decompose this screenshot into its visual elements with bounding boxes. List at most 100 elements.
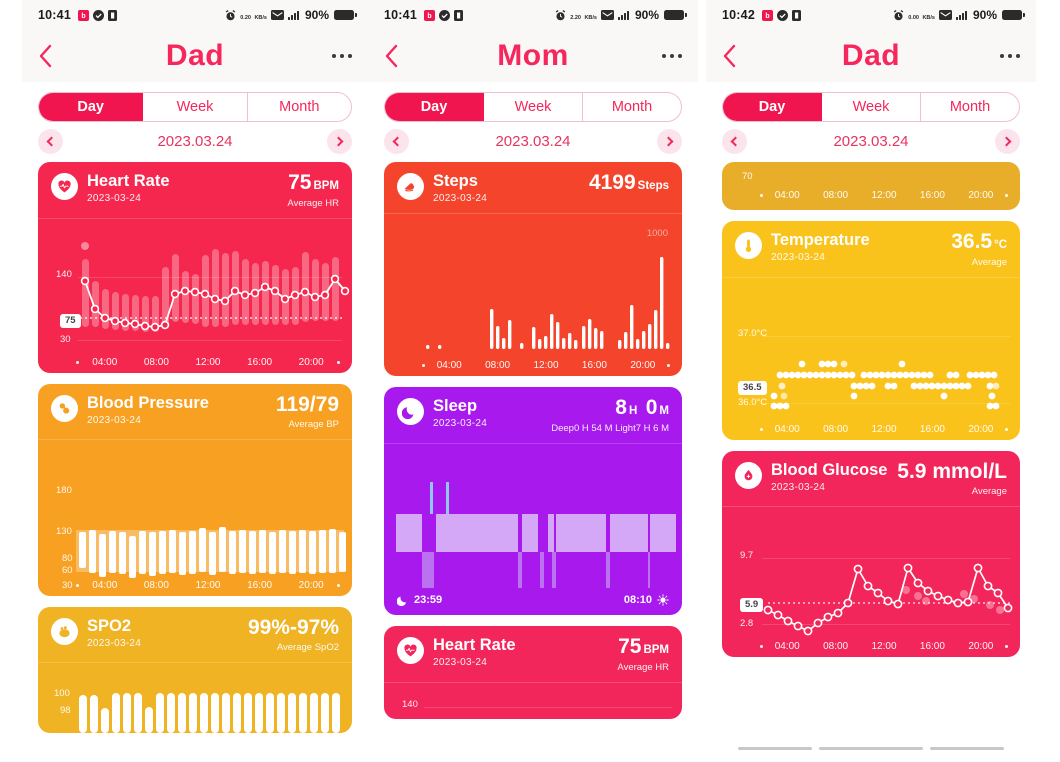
svg-text:b: b [81,13,85,20]
tab-day[interactable]: Day [39,93,144,121]
card-date: 2023-03-24 [87,415,142,426]
card-subtitle: Average BP [288,419,339,430]
x-tick: 12:00 [533,360,559,371]
more-options-button[interactable] [999,53,1020,59]
phone-screen-mom: 10:41 b 2.20 KB/s 90% Mom Day Week Month… [368,0,698,762]
mail-icon [938,10,952,20]
card-steps[interactable]: Steps 2023-03-24 4199 Steps 1000 04:00 0… [384,162,682,376]
nav-bar: Dad [22,30,368,82]
thermometer-icon [735,232,762,259]
signal-bars-icon [287,10,299,20]
signal-bars-icon [955,10,967,20]
tab-month[interactable]: Month [921,93,1019,121]
app-badge-icon: b [77,9,89,21]
status-bar: 10:41 b 0.20 KB/s 90% [22,0,368,30]
card-unit: °C [994,239,1007,251]
card-heart-rate-2[interactable]: Heart Rate 2023-03-24 75 BPM Average HR 1… [384,626,682,719]
x-tick: 04:00 [774,190,800,201]
more-options-button[interactable] [331,53,352,59]
tab-week[interactable]: Week [822,93,921,121]
check-circle-icon [92,9,104,21]
card-title: Heart Rate [87,172,170,190]
chevron-right-icon [1001,136,1012,147]
card-subtitle: Average HR [617,662,669,673]
card-date: 2023-03-24 [87,638,142,649]
prev-day-button[interactable] [722,129,747,154]
card-header: Steps 2023-03-24 4199 Steps [384,162,682,214]
sleep-minutes-value: 0 [645,396,658,419]
x-tick: 20:00 [298,580,324,591]
x-tick: 12:00 [871,641,897,652]
status-time: 10:41 [38,8,71,22]
period-tabs-wrap: Day Week Month [368,82,698,122]
back-button[interactable] [384,41,410,71]
heart-rate-chart: 140 30 75 04:00 08:00 12:00 16:00 20:00 [38,219,352,373]
status-left-icons: b [77,9,117,21]
x-tick: 20:00 [968,641,994,652]
card-heart-rate[interactable]: Heart Rate 2023-03-24 75 BPM Average HR 1… [38,162,352,373]
spo2-icon [51,618,78,645]
document-icon [791,9,801,21]
card-value: 36.5 [951,230,993,253]
card-sleep[interactable]: Sleep 2023-03-24 8H 0M Deep0 H 54 M Ligh… [384,387,682,615]
prev-day-button[interactable] [38,129,63,154]
y-axis-bottom: 70 [742,171,753,182]
nav-home-indicator[interactable] [819,747,923,750]
card-value: 75 [288,171,312,194]
current-date: 2023.03.24 [157,133,233,150]
nav-recents-indicator[interactable] [738,747,812,750]
status-bar: 10:42 b 0.00 KB/s 90% [706,0,1036,30]
card-header: SPO2 2023-03-24 99%-97% Average SpO2 [38,607,352,663]
x-axis: 04:00 08:00 12:00 16:00 20:00 [384,360,682,371]
x-axis-end-dot [336,361,340,364]
x-axis-end-dot [336,584,340,587]
phone-screen-dad-2: 10:42 b 0.00 KB/s 90% Dad Day Week Month… [706,0,1036,762]
card-blood-pressure[interactable]: Blood Pressure 2023-03-24 119/79 Average… [38,384,352,596]
card-title: Sleep [433,397,478,415]
x-tick: 08:00 [823,641,849,652]
system-navigation-bar[interactable] [706,747,1036,750]
card-subtitle: Average SpO2 [276,642,339,653]
data-rate-indicator: 2.20 KB/s [570,15,597,21]
x-tick: 08:00 [143,357,169,368]
page-title: Dad [841,39,901,72]
sleep-end-time: 08:10 [623,594,652,606]
card-subtitle: Average [971,486,1007,497]
card-header: Blood Pressure 2023-03-24 119/79 Average… [38,384,352,440]
x-tick: 04:00 [436,360,462,371]
check-circle-icon [438,9,450,21]
tab-week[interactable]: Week [484,93,583,121]
tab-month[interactable]: Month [583,93,681,121]
x-axis: 04:00 08:00 12:00 16:00 20:00 [38,357,352,368]
nav-back-indicator[interactable] [930,747,1004,750]
x-tick: 08:00 [485,360,511,371]
status-time: 10:42 [722,8,755,22]
tab-day[interactable]: Day [723,93,822,121]
x-tick: 12:00 [195,580,221,591]
card-partial-top[interactable]: 70 04:00 08:00 12:00 16:00 20:00 [722,162,1020,210]
tab-day[interactable]: Day [385,93,484,121]
tab-week[interactable]: Week [143,93,248,121]
x-tick: 20:00 [298,357,324,368]
back-button[interactable] [38,41,64,71]
more-options-button[interactable] [661,53,682,59]
card-temperature[interactable]: Temperature 2023-03-24 36.5 °C Average 37… [722,221,1020,440]
card-unit: BPM [643,644,669,656]
next-day-button[interactable] [994,129,1020,154]
status-left-icons: b [761,9,801,21]
back-button[interactable] [722,41,748,71]
card-spo2[interactable]: SPO2 2023-03-24 99%-97% Average SpO2 100… [38,607,352,733]
card-value: 4199 [588,171,636,194]
card-blood-glucose[interactable]: Blood Glucose 2023-03-24 5.9 mmol/L Aver… [722,451,1020,657]
screenshot-grid: 10:41 b 0.20 KB/s 90% Dad Day Week Month… [0,0,1060,762]
metric-card-list: Heart Rate 2023-03-24 75 BPM Average HR 1… [22,162,368,733]
next-day-button[interactable] [656,129,682,154]
spo2-chart: 100 98 [38,663,352,733]
card-value: 5.9 mmol/L [897,460,1007,483]
prev-day-button[interactable] [384,129,409,154]
next-day-button[interactable] [326,129,352,154]
tab-month[interactable]: Month [248,93,351,121]
status-time: 10:41 [384,8,417,22]
page-title: Dad [165,39,225,72]
sleep-moon-icon [397,398,424,425]
